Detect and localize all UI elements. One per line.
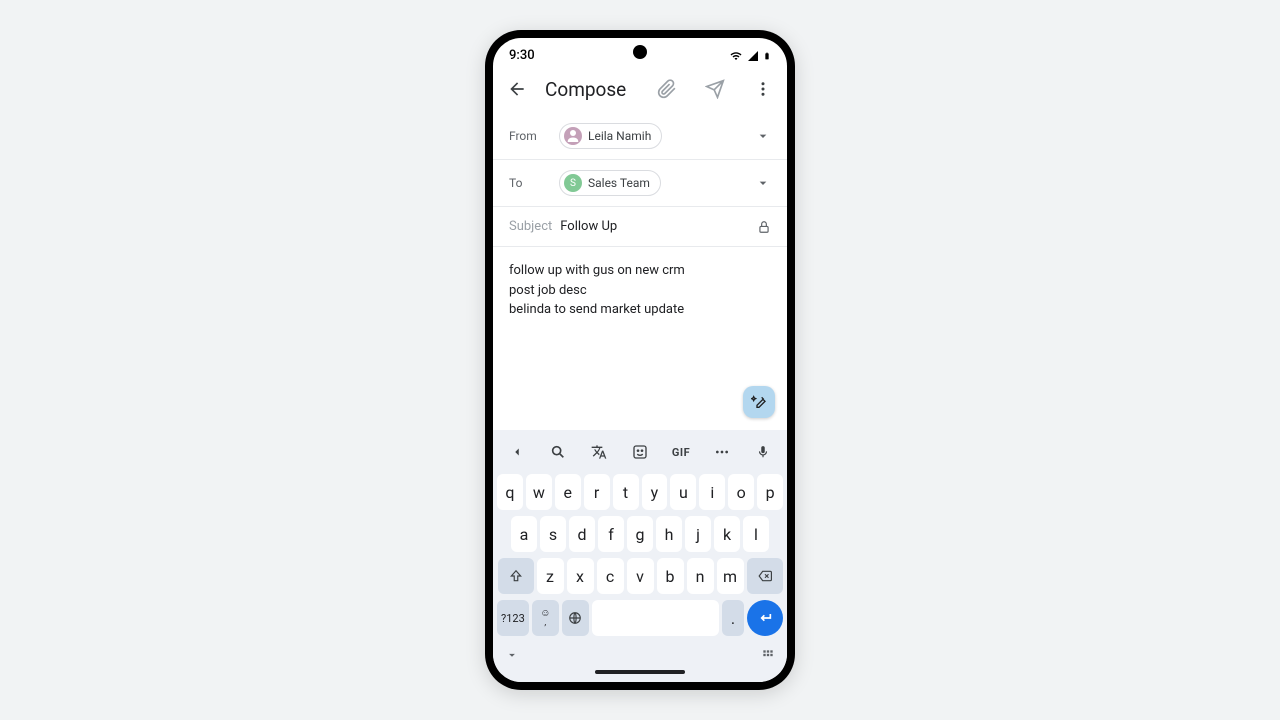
subject-label: Subject [509, 219, 552, 234]
key-t[interactable]: t [613, 474, 639, 510]
more-icon[interactable] [708, 438, 736, 466]
wifi-icon [729, 50, 743, 62]
keyboard-row-2: a s d f g h j k l [497, 516, 783, 552]
chevron-down-icon[interactable] [755, 175, 771, 191]
key-b[interactable]: b [657, 558, 684, 594]
mic-icon[interactable] [749, 438, 777, 466]
more-icon[interactable] [751, 77, 775, 101]
gif-button[interactable]: GIF [667, 438, 695, 466]
avatar [564, 127, 582, 145]
key-r[interactable]: r [584, 474, 610, 510]
phone-screen: 9:30 Compose From [493, 38, 787, 682]
from-row[interactable]: From Leila Namih [493, 113, 787, 160]
battery-icon [763, 49, 771, 63]
ai-assist-button[interactable] [743, 386, 775, 418]
page-title: Compose [545, 78, 631, 101]
body-line: post job desc [509, 281, 771, 301]
emoji-key[interactable]: ☺, [532, 600, 559, 636]
key-l[interactable]: l [743, 516, 769, 552]
subject-row[interactable]: Subject Follow Up [493, 207, 787, 247]
sticker-icon[interactable] [626, 438, 654, 466]
key-q[interactable]: q [497, 474, 523, 510]
keyboard-row-4: ?123 ☺, . [497, 600, 783, 636]
search-icon[interactable] [544, 438, 572, 466]
symbols-key[interactable]: ?123 [497, 600, 529, 636]
keyboard: GIF q w e r t y u i o p a s d f g [493, 430, 787, 682]
to-name: Sales Team [588, 176, 650, 190]
key-n[interactable]: n [687, 558, 714, 594]
key-m[interactable]: m [717, 558, 744, 594]
body-line: belinda to send market update [509, 300, 771, 320]
chevron-down-icon[interactable] [755, 128, 771, 144]
app-bar: Compose [493, 69, 787, 113]
translate-icon[interactable] [585, 438, 613, 466]
attach-icon[interactable] [655, 77, 679, 101]
from-chip[interactable]: Leila Namih [559, 123, 662, 149]
keyboard-toolbar: GIF [497, 430, 783, 474]
back-icon[interactable] [505, 77, 529, 101]
key-z[interactable]: z [537, 558, 564, 594]
phone-frame: 9:30 Compose From [485, 30, 795, 690]
key-k[interactable]: k [714, 516, 740, 552]
key-o[interactable]: o [728, 474, 754, 510]
key-d[interactable]: d [569, 516, 595, 552]
status-time: 9:30 [509, 48, 535, 63]
status-icons [729, 49, 771, 63]
key-g[interactable]: g [627, 516, 653, 552]
to-row[interactable]: To S Sales Team [493, 160, 787, 207]
to-label: To [509, 176, 549, 190]
key-i[interactable]: i [699, 474, 725, 510]
signal-icon [747, 50, 759, 62]
space-key[interactable] [592, 600, 719, 636]
backspace-key[interactable] [747, 558, 783, 594]
nav-handle[interactable] [595, 670, 685, 674]
enter-key[interactable] [747, 600, 783, 636]
keyboard-row-3: z x c v b n m [497, 558, 783, 594]
to-chip[interactable]: S Sales Team [559, 170, 661, 196]
key-v[interactable]: v [627, 558, 654, 594]
keyboard-grid-icon[interactable] [761, 648, 775, 662]
email-body[interactable]: follow up with gus on new crm post job d… [493, 247, 787, 430]
shift-key[interactable] [498, 558, 534, 594]
keyboard-bottom [497, 642, 783, 664]
kb-back-icon[interactable] [503, 438, 531, 466]
body-line: follow up with gus on new crm [509, 261, 771, 281]
key-c[interactable]: c [597, 558, 624, 594]
send-icon[interactable] [703, 77, 727, 101]
subject-input[interactable]: Follow Up [560, 219, 749, 234]
collapse-keyboard-icon[interactable] [505, 648, 519, 662]
key-u[interactable]: u [670, 474, 696, 510]
globe-key[interactable] [562, 600, 589, 636]
from-label: From [509, 129, 549, 143]
keyboard-row-1: q w e r t y u i o p [497, 474, 783, 510]
key-j[interactable]: j [685, 516, 711, 552]
key-x[interactable]: x [567, 558, 594, 594]
key-w[interactable]: w [526, 474, 552, 510]
key-a[interactable]: a [511, 516, 537, 552]
camera-notch [633, 45, 647, 59]
key-f[interactable]: f [598, 516, 624, 552]
key-s[interactable]: s [540, 516, 566, 552]
key-y[interactable]: y [642, 474, 668, 510]
from-name: Leila Namih [588, 129, 651, 143]
avatar: S [564, 174, 582, 192]
key-e[interactable]: e [555, 474, 581, 510]
lock-icon [757, 220, 771, 234]
key-p[interactable]: p [757, 474, 783, 510]
key-h[interactable]: h [656, 516, 682, 552]
period-key[interactable]: . [722, 600, 744, 636]
